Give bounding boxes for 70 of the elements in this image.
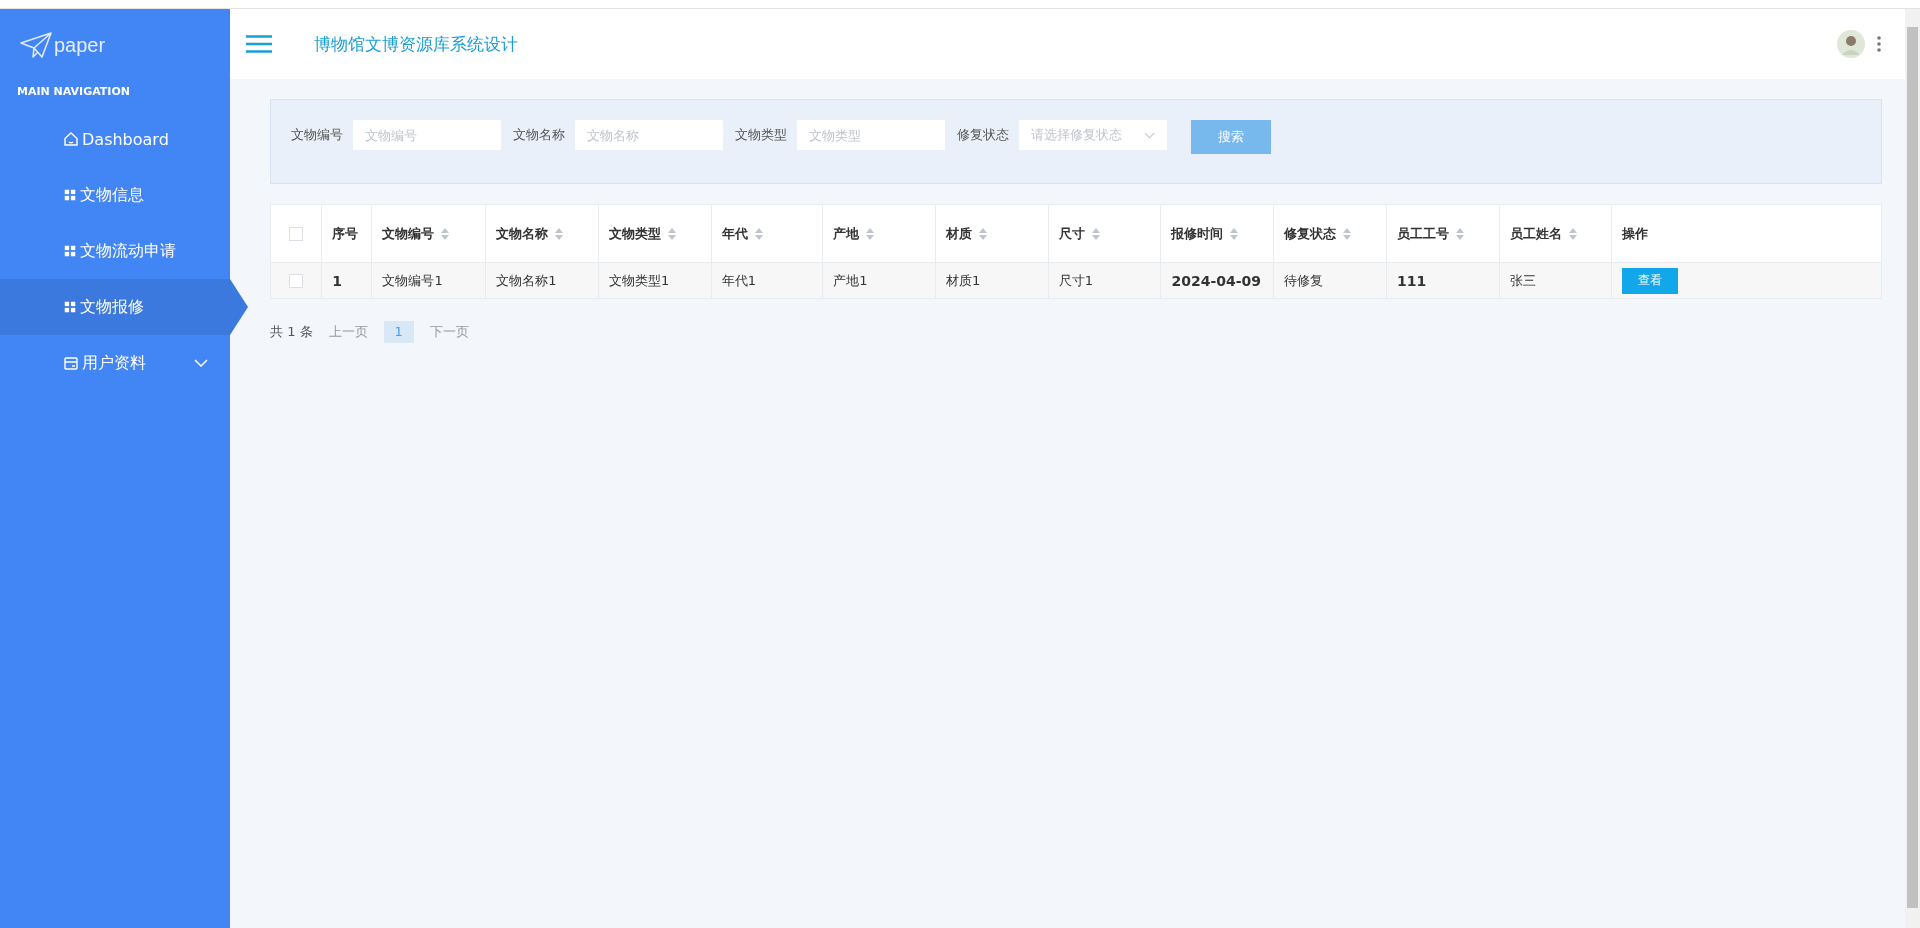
menu-icon[interactable] (246, 35, 272, 53)
sort-icon[interactable] (866, 227, 875, 240)
sort-icon[interactable] (1091, 227, 1100, 240)
column-header: 文物编号 (382, 224, 435, 243)
more-icon[interactable] (1877, 36, 1881, 52)
column-header: 员工工号 (1396, 224, 1449, 243)
total-count: 共 1 条 (270, 323, 313, 341)
column-header: 修复状态 (1284, 224, 1337, 243)
sort-icon[interactable] (667, 227, 676, 240)
table-cell: 产地1 (833, 272, 868, 288)
input-field[interactable]: 文物类型 (797, 120, 945, 150)
avatar[interactable] (1837, 30, 1865, 58)
field-label: 文物编号 (291, 126, 343, 144)
table-cell: 文物名称1 (496, 272, 557, 288)
column-header: 序号 (332, 224, 359, 243)
field-label: 修复状态 (957, 126, 1009, 144)
column-header: 材质 (946, 224, 973, 243)
nav-heading: MAIN NAVIGATION (16, 84, 131, 100)
input-field[interactable]: 文物名称 (575, 120, 723, 150)
column-header: 文物类型 (608, 224, 661, 243)
table-cell: 张三 (1509, 272, 1536, 288)
input-field[interactable]: 文物编号 (353, 120, 501, 150)
page-title: 博物馆文博资源库系统设计 (314, 32, 518, 56)
sidebar-item[interactable]: Dashboard (0, 111, 248, 167)
sort-icon[interactable] (1230, 227, 1239, 240)
sort-icon[interactable] (1343, 227, 1352, 240)
grid-icon (63, 300, 77, 314)
sort-icon[interactable] (555, 227, 564, 240)
sort-icon[interactable] (979, 227, 988, 240)
sidebar-item[interactable]: 文物信息 (0, 167, 248, 223)
column-header: 员工姓名 (1509, 224, 1562, 243)
sidebar-item[interactable]: 文物流动申请 (0, 223, 248, 279)
column-header: 操作 (1622, 224, 1649, 243)
sort-icon[interactable] (1568, 227, 1577, 240)
paper-plane-icon (20, 31, 52, 59)
table-cell: 1 (332, 272, 342, 289)
column-header: 尺寸 (1058, 224, 1085, 243)
home-icon (63, 131, 79, 147)
page-number[interactable]: 1 (383, 321, 414, 343)
select-field[interactable]: 请选择修复状态 (1019, 120, 1167, 150)
sort-icon[interactable] (754, 227, 763, 240)
card-icon (63, 355, 79, 371)
view-button[interactable]: 查看 (1622, 267, 1679, 294)
grid-icon (63, 188, 77, 202)
column-header: 文物名称 (496, 224, 549, 243)
checkbox[interactable] (289, 227, 304, 242)
sidebar-item[interactable]: 文物报修 (0, 279, 248, 335)
table-cell: 材质1 (946, 272, 981, 288)
table-cell: 2024-04-09 (1171, 272, 1262, 289)
table-cell: 待修复 (1284, 272, 1324, 288)
chevron-icon (194, 359, 208, 367)
grid-icon (63, 244, 77, 258)
column-header: 年代 (721, 224, 748, 243)
table-cell: 文物类型1 (608, 272, 670, 288)
table-cell: 年代1 (721, 272, 756, 288)
column-header: 产地 (833, 224, 860, 243)
checkbox[interactable] (289, 274, 304, 289)
chevron-icon (1144, 131, 1155, 139)
column-header: 报修时间 (1171, 224, 1224, 243)
brand-name: paper (54, 33, 106, 57)
search-button[interactable]: 搜索 (1191, 120, 1271, 154)
table-cell: 尺寸1 (1058, 272, 1094, 288)
table-cell: 文物编号1 (382, 272, 443, 288)
sort-icon[interactable] (441, 227, 450, 240)
sort-icon[interactable] (1455, 227, 1464, 240)
field-label: 文物类型 (735, 126, 787, 144)
sidebar-item[interactable]: 用户资料 (0, 335, 248, 391)
field-label: 文物名称 (513, 126, 565, 144)
scrollbar[interactable] (1905, 9, 1920, 928)
table-cell: 111 (1396, 272, 1427, 289)
